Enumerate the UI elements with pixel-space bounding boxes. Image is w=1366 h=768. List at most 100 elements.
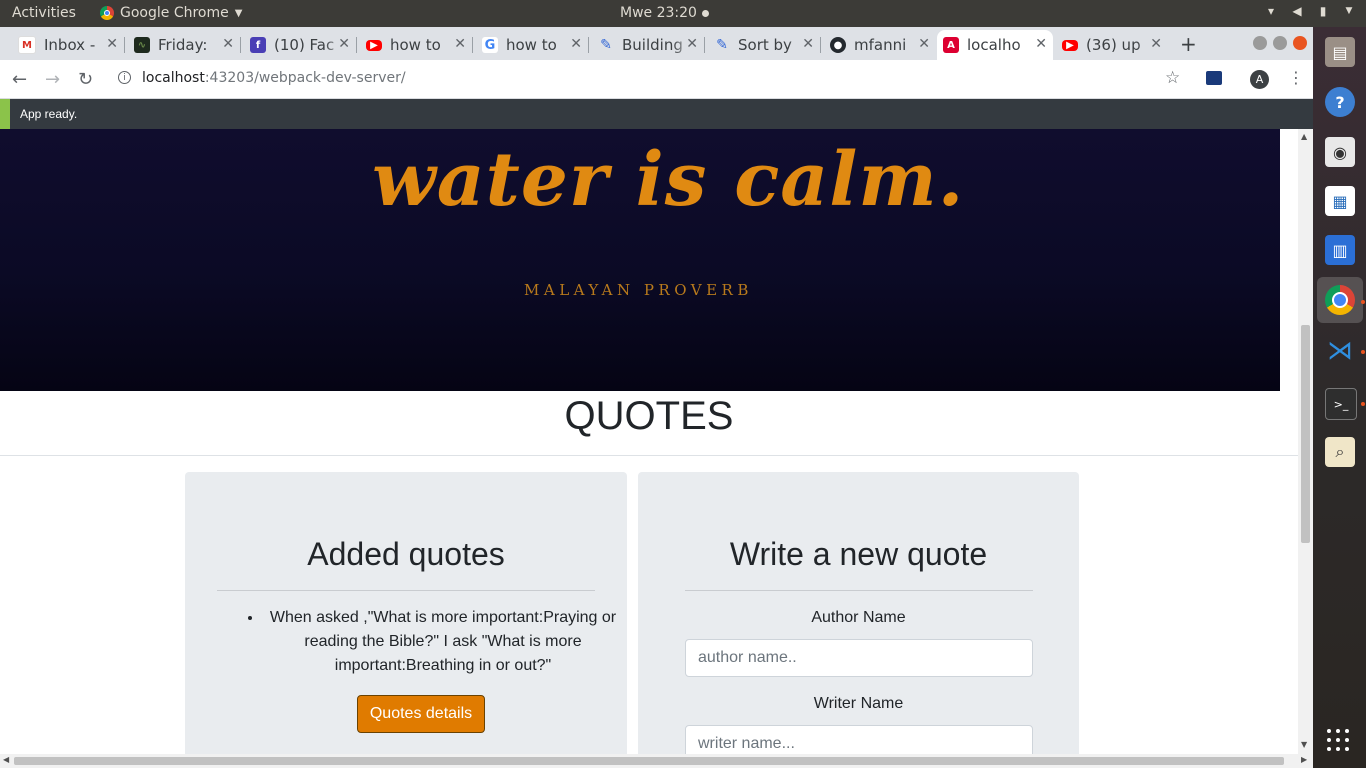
forward-icon[interactable]: → bbox=[45, 69, 60, 90]
tab-title: Inbox - bbox=[44, 36, 96, 54]
status-accent bbox=[0, 99, 10, 129]
google-icon: G bbox=[482, 37, 498, 53]
hero-attribution: MALAYAN PROVERB bbox=[524, 281, 753, 299]
menu-kebab-icon[interactable]: ⋮ bbox=[1288, 68, 1304, 87]
system-top-panel: Activities Google Chrome ▼ Mwe 23:20 ▾ ◀… bbox=[0, 0, 1366, 27]
wifi-icon: ▾ bbox=[1267, 4, 1275, 18]
address-bar[interactable]: i localhost:43203/webpack-dev-server/ bbox=[108, 64, 1198, 94]
close-icon[interactable]: ✕ bbox=[686, 36, 698, 52]
pen-icon: ✎ bbox=[600, 37, 612, 53]
minimize-icon[interactable] bbox=[1253, 36, 1267, 50]
chrome-dock-item[interactable] bbox=[1317, 277, 1363, 323]
close-icon[interactable]: ✕ bbox=[338, 36, 350, 52]
status-text: App ready. bbox=[20, 107, 78, 121]
tab-youtube-how-to[interactable]: ▶ how to ✕ bbox=[360, 30, 473, 60]
bookmark-star-icon[interactable]: ☆ bbox=[1165, 68, 1180, 88]
app-menu[interactable]: Google Chrome ▼ bbox=[100, 5, 242, 21]
close-icon[interactable]: ✕ bbox=[570, 36, 582, 52]
activities-button[interactable]: Activities bbox=[12, 5, 76, 21]
tab-title: Sort by bbox=[738, 36, 792, 54]
url-text[interactable]: localhost:43203/webpack-dev-server/ bbox=[142, 70, 406, 86]
extension-icon[interactable] bbox=[1206, 71, 1222, 85]
pen-icon: ✎ bbox=[716, 37, 728, 53]
tab-google-how-to[interactable]: G how to ✕ bbox=[476, 30, 589, 60]
document-icon[interactable]: ▦ bbox=[1325, 186, 1355, 216]
maximize-icon[interactable] bbox=[1273, 36, 1287, 50]
new-quote-heading: Write a new quote bbox=[729, 536, 988, 572]
tab-separator bbox=[820, 37, 821, 53]
tab-title: Friday: bbox=[158, 36, 208, 54]
close-icon[interactable]: ✕ bbox=[1035, 36, 1047, 52]
scroll-right-icon[interactable]: ▶ bbox=[1301, 755, 1307, 764]
image-viewer-icon[interactable]: ⌕ bbox=[1325, 437, 1355, 467]
close-icon[interactable]: ✕ bbox=[802, 36, 814, 52]
terminal-icon[interactable]: >_ bbox=[1325, 388, 1357, 420]
tab-separator bbox=[124, 37, 125, 53]
show-applications-icon[interactable] bbox=[1327, 729, 1351, 753]
tab-title: how to bbox=[506, 36, 557, 54]
tab-strip: M Inbox - ✕ ∿ Friday: ✕ f (10) Fac ✕ ▶ h… bbox=[0, 27, 1313, 60]
tab-title: (36) up bbox=[1086, 36, 1141, 54]
divider bbox=[685, 590, 1033, 591]
chrome-icon bbox=[100, 6, 114, 20]
author-name-input[interactable] bbox=[685, 639, 1033, 677]
page-title: QUOTES bbox=[0, 391, 1298, 456]
tab-friday[interactable]: ∿ Friday: ✕ bbox=[128, 30, 241, 60]
close-window-icon[interactable] bbox=[1293, 36, 1307, 50]
github-icon: ● bbox=[830, 37, 846, 53]
vertical-scrollbar[interactable]: ▲ ▼ bbox=[1298, 129, 1313, 754]
book-icon[interactable]: ▥ bbox=[1325, 235, 1355, 265]
running-indicator bbox=[1361, 300, 1365, 304]
scroll-down-icon[interactable]: ▼ bbox=[1301, 740, 1307, 749]
running-indicator bbox=[1361, 350, 1365, 354]
facebook-icon: f bbox=[250, 37, 266, 53]
writer-name-label: Writer Name bbox=[813, 695, 904, 712]
status-area[interactable]: ▾ ◀ ▮ ▼ bbox=[1264, 4, 1356, 18]
horizontal-scrollbar[interactable]: ◀ ▶ bbox=[0, 754, 1313, 768]
close-icon[interactable]: ✕ bbox=[454, 36, 466, 52]
tab-facebook[interactable]: f (10) Fac ✕ bbox=[244, 30, 357, 60]
scrollbar-thumb[interactable] bbox=[14, 757, 1284, 765]
tab-inbox[interactable]: M Inbox - ✕ bbox=[12, 30, 125, 60]
author-name-label: Author Name bbox=[811, 609, 906, 626]
notification-dot-icon bbox=[701, 9, 709, 17]
file-cabinet-icon[interactable]: ▤ bbox=[1325, 37, 1355, 67]
clock[interactable]: Mwe 23:20 bbox=[620, 5, 709, 21]
quote-list: When asked ,"What is more important:Pray… bbox=[240, 606, 623, 678]
tab-separator bbox=[588, 37, 589, 53]
scrollbar-thumb[interactable] bbox=[1301, 325, 1310, 543]
scroll-up-icon[interactable]: ▲ bbox=[1301, 132, 1307, 141]
tab-building[interactable]: ✎ Building ✕ bbox=[592, 30, 705, 60]
new-tab-icon[interactable]: + bbox=[1180, 32, 1197, 56]
running-indicator bbox=[1361, 402, 1365, 406]
chevron-down-icon: ▼ bbox=[234, 7, 243, 19]
tab-sort-by[interactable]: ✎ Sort by ✕ bbox=[708, 30, 821, 60]
back-icon[interactable]: ← bbox=[12, 69, 27, 90]
info-icon[interactable]: i bbox=[118, 71, 131, 84]
hero-banner: ⌒ ⌒ water is calm. MALAYAN PROVERB bbox=[0, 129, 1280, 391]
hero-quote-line: water is calm. bbox=[372, 137, 965, 223]
volume-icon: ◀ bbox=[1292, 4, 1302, 18]
profile-avatar[interactable]: A bbox=[1250, 70, 1269, 89]
tab-youtube-36[interactable]: ▶ (36) up ✕ bbox=[1056, 30, 1168, 60]
writer-name-input[interactable] bbox=[685, 725, 1033, 754]
close-icon[interactable]: ✕ bbox=[222, 36, 234, 52]
tab-title: how to bbox=[390, 36, 441, 54]
help-icon[interactable]: ? bbox=[1325, 87, 1355, 117]
tab-title: localho bbox=[967, 36, 1021, 54]
tab-localhost[interactable]: A localho ✕ bbox=[937, 30, 1053, 60]
close-icon[interactable]: ✕ bbox=[106, 36, 118, 52]
quotes-details-button[interactable]: Quotes details bbox=[357, 695, 485, 733]
scroll-left-icon[interactable]: ◀ bbox=[3, 755, 9, 764]
reload-icon[interactable]: ↻ bbox=[78, 69, 93, 90]
tab-title: mfanni bbox=[854, 36, 907, 54]
speaker-icon[interactable]: ◉ bbox=[1325, 137, 1355, 167]
tab-github[interactable]: ● mfanni ✕ bbox=[824, 30, 936, 60]
close-icon[interactable]: ✕ bbox=[1150, 36, 1162, 52]
close-icon[interactable]: ✕ bbox=[918, 36, 930, 52]
vscode-icon[interactable]: ⋊ bbox=[1325, 336, 1355, 366]
chevron-down-icon: ▼ bbox=[1345, 6, 1353, 16]
clock-label: Mwe 23:20 bbox=[620, 5, 697, 21]
added-quotes-heading: Added quotes bbox=[307, 536, 505, 572]
added-quotes-card: Added quotes When asked ,"What is more i… bbox=[185, 472, 627, 754]
